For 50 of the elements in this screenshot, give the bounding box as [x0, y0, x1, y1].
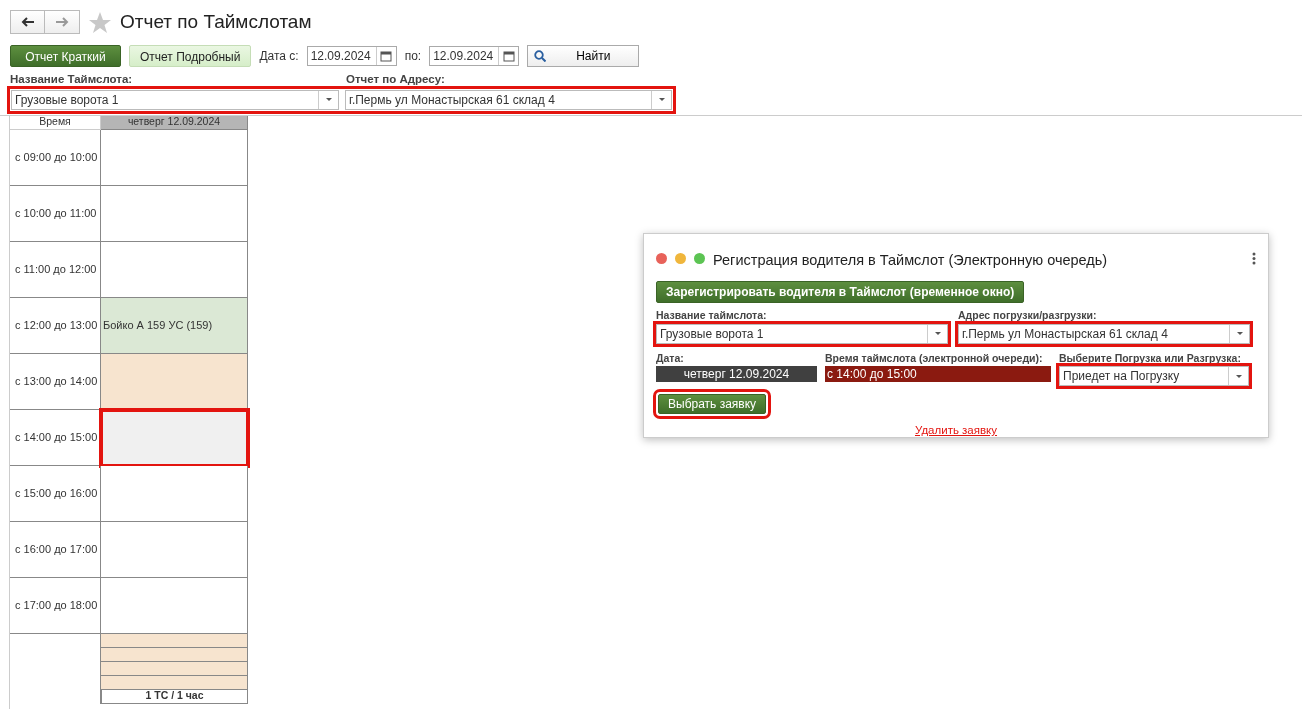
dialog-title: Регистрация водителя в Таймслот (Электронную очередь): [713, 251, 1109, 270]
register-button[interactable]: Зарегистрировать водителя в Таймслот (временное окно): [656, 280, 1025, 303]
search-icon[interactable]: [534, 49, 547, 62]
schedule-cell[interactable]: [101, 353, 248, 410]
more-menu-icon[interactable]: [1252, 252, 1256, 266]
report-button[interactable]: Отчет Краткий: [10, 44, 121, 67]
field-label: Название таймслота:: [656, 307, 768, 323]
summary-cell: 1 ТС / 1 час: [101, 689, 248, 704]
report-button[interactable]: Отчет Подробный: [129, 44, 252, 67]
maximize-icon[interactable]: [694, 253, 705, 265]
field-label: Адрес погрузки/разгрузки:: [958, 307, 1098, 323]
date-field[interactable]: 12.09.2024: [306, 45, 397, 66]
caret-icon[interactable]: [1234, 372, 1243, 380]
schedule-cell[interactable]: [101, 409, 248, 466]
date-label: по:: [404, 47, 422, 65]
caret-icon[interactable]: [324, 96, 333, 104]
schedule-cell[interactable]: [101, 521, 248, 578]
field-label: Выберите Погрузка или Разгрузка:: [1059, 350, 1242, 366]
date-field[interactable]: 12.09.2024: [429, 45, 520, 66]
caret-icon[interactable]: [1235, 330, 1244, 337]
dropdown-field[interactable]: Грузовые ворота 1: [11, 89, 339, 110]
field-label: Отчет по Адресу:: [346, 71, 445, 87]
field-label: Название Таймслота:: [10, 71, 134, 87]
schedule-cell[interactable]: [101, 577, 248, 634]
schedule-cell[interactable]: [101, 465, 248, 522]
dropdown-field[interactable]: Приедет на Погрузку: [1059, 366, 1249, 387]
calendar-icon[interactable]: [502, 49, 515, 62]
schedule-cell[interactable]: [101, 129, 248, 186]
forward-arrow-icon[interactable]: [55, 17, 69, 28]
schedule-cell[interactable]: [101, 241, 248, 298]
date-label: Дата с:: [259, 47, 299, 65]
schedule-cell[interactable]: Бойко А 159 УС (159): [101, 297, 248, 354]
back-arrow-icon[interactable]: [20, 17, 35, 28]
dropdown-field[interactable]: г.Пермь ул Монастырская 61 склад 4: [345, 89, 672, 110]
dropdown-field[interactable]: Грузовые ворота 1: [656, 323, 948, 344]
close-icon[interactable]: [656, 253, 667, 265]
field-label: Время таймслота (электронной очереди):: [825, 350, 1044, 366]
schedule-cell[interactable]: [101, 185, 248, 242]
star-icon[interactable]: [88, 10, 112, 34]
caret-icon[interactable]: [933, 330, 942, 337]
field-label: Дата:: [656, 350, 685, 366]
calendar-icon[interactable]: [380, 49, 393, 62]
find-button[interactable]: Найти: [527, 44, 640, 67]
delete-request-link[interactable]: Удалить заявку: [915, 422, 997, 440]
back-button[interactable]: [10, 10, 45, 35]
caret-icon[interactable]: [657, 96, 666, 104]
time-value: с 14:00 до 15:00: [825, 366, 1051, 383]
date-value: четверг 12.09.2024: [656, 366, 817, 383]
dropdown-field[interactable]: г.Пермь ул Монастырская 61 склад 4: [958, 323, 1250, 344]
page-title: Отчет по Таймслотам: [120, 10, 312, 34]
